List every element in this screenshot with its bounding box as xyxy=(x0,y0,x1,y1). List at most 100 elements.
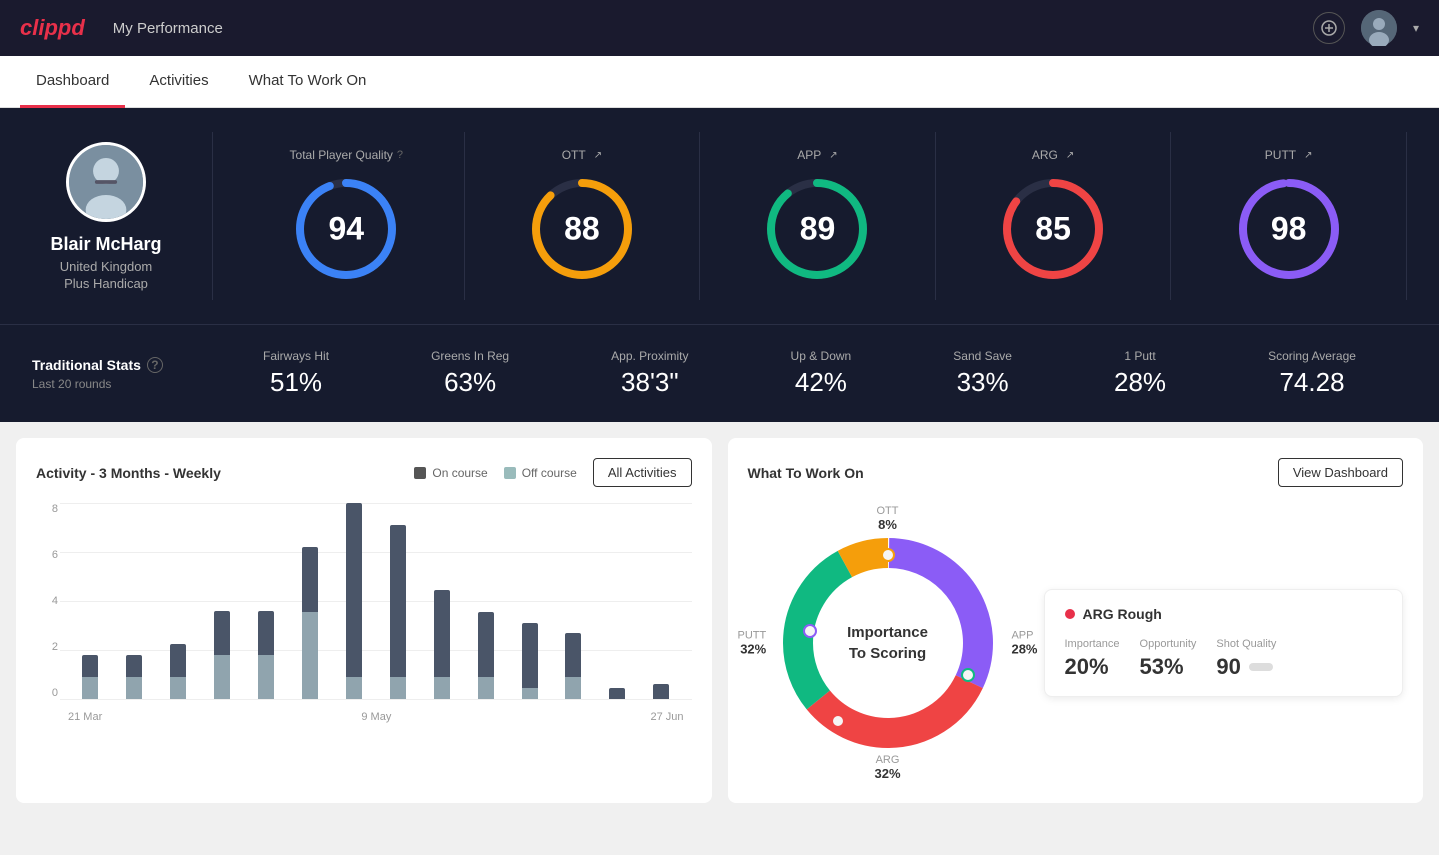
off-course-bar xyxy=(478,677,494,699)
player-country: United Kingdom xyxy=(60,259,153,274)
donut-chart-wrapper: ImportanceTo Scoring OTT 8% APP 28% ARG … xyxy=(748,503,1028,783)
stat-scoring: Scoring Average 74.28 xyxy=(1268,349,1356,398)
on-course-bar xyxy=(565,633,581,677)
stats-title: Traditional Stats ? xyxy=(32,357,212,373)
arg-value: 85 xyxy=(1035,211,1071,248)
tab-activities[interactable]: Activities xyxy=(133,56,224,108)
header-right: ▾ xyxy=(1313,10,1419,46)
bar-group xyxy=(653,684,669,699)
on-course-bar xyxy=(390,525,406,677)
on-course-bar xyxy=(170,644,186,677)
player-handicap: Plus Handicap xyxy=(64,276,148,291)
bar-group xyxy=(434,590,450,699)
tab-what-to-work-on[interactable]: What To Work On xyxy=(233,56,383,108)
on-course-bar xyxy=(478,612,494,677)
ott-donut-label: OTT 8% xyxy=(877,505,899,532)
arg-ring: 85 xyxy=(998,174,1108,284)
off-course-bar xyxy=(302,612,318,699)
app-donut-label: APP 28% xyxy=(1011,630,1037,657)
on-course-bar xyxy=(214,611,230,655)
stat-greens: Greens In Reg 63% xyxy=(431,349,509,398)
chart-legend: On course Off course xyxy=(414,466,577,480)
avatar-chevron: ▾ xyxy=(1413,21,1419,35)
ott-card: OTT ↗ 88 xyxy=(465,132,701,300)
quality-cards: Total Player Quality ? 94 OTT ↗ xyxy=(212,132,1407,300)
activity-title: Activity - 3 Months - Weekly xyxy=(36,465,221,481)
x-label-may: 9 May xyxy=(361,711,391,723)
importance-metric: Importance 20% xyxy=(1065,638,1120,680)
avatar-icon xyxy=(1361,10,1397,46)
legend-on-course: On course xyxy=(414,466,487,480)
stat-1putt: 1 Putt 28% xyxy=(1114,349,1166,398)
putt-ring: 98 xyxy=(1234,174,1344,284)
off-course-bar xyxy=(82,677,98,699)
stats-bar: Traditional Stats ? Last 20 rounds Fairw… xyxy=(0,324,1439,422)
add-button[interactable] xyxy=(1313,12,1345,44)
logo: clippd xyxy=(20,15,85,41)
app-card: APP ↗ 89 xyxy=(700,132,936,300)
putt-label: PUTT ↗ xyxy=(1265,148,1313,162)
putt-value: 98 xyxy=(1271,211,1307,248)
off-course-bar xyxy=(390,677,406,699)
bar-group xyxy=(565,633,581,699)
activity-controls: On course Off course All Activities xyxy=(414,458,691,487)
work-title: What To Work On xyxy=(748,465,864,481)
shot-quality-metric: Shot Quality 90 xyxy=(1216,638,1276,680)
stat-sand: Sand Save 33% xyxy=(953,349,1012,398)
donut-center-text: ImportanceTo Scoring xyxy=(847,622,928,664)
plus-icon xyxy=(1321,20,1337,36)
bar-group xyxy=(522,623,538,699)
stats-subtitle: Last 20 rounds xyxy=(32,377,212,391)
bar-group xyxy=(126,655,142,699)
stats-items: Fairways Hit 51% Greens In Reg 63% App. … xyxy=(212,349,1407,398)
legend-on-course-dot xyxy=(414,467,426,479)
off-course-bar xyxy=(346,677,362,699)
ott-trend: ↗ xyxy=(594,150,602,161)
y-axis-labels: 8 6 4 2 0 xyxy=(36,503,58,699)
arg-label: ARG ↗ xyxy=(1032,148,1074,162)
bar-group xyxy=(258,611,274,699)
on-course-bar xyxy=(522,623,538,688)
on-course-bar xyxy=(82,655,98,677)
tabs-bar: Dashboard Activities What To Work On xyxy=(0,56,1439,108)
ott-label: OTT ↗ xyxy=(562,148,602,162)
total-quality-card: Total Player Quality ? 94 xyxy=(213,132,465,300)
stat-up-down: Up & Down 42% xyxy=(791,349,852,398)
bar-group xyxy=(214,611,230,699)
on-course-bar xyxy=(653,684,669,699)
opportunity-metric: Opportunity 53% xyxy=(1140,638,1197,680)
putt-trend: ↗ xyxy=(1304,150,1312,161)
bar-group xyxy=(478,612,494,699)
off-course-bar xyxy=(126,677,142,699)
help-icon[interactable]: ? xyxy=(397,149,403,161)
all-activities-button[interactable]: All Activities xyxy=(593,458,692,487)
off-course-bar xyxy=(214,655,230,699)
off-course-bar xyxy=(565,677,581,699)
shot-quality-bar xyxy=(1249,663,1273,671)
app-ring: 89 xyxy=(762,174,872,284)
arg-rough-title: ARG Rough xyxy=(1065,606,1383,622)
x-label-mar: 21 Mar xyxy=(68,711,102,723)
stats-label-section: Traditional Stats ? Last 20 rounds xyxy=(32,357,212,391)
y-label-6: 6 xyxy=(36,549,58,561)
view-dashboard-button[interactable]: View Dashboard xyxy=(1278,458,1403,487)
arg-trend: ↗ xyxy=(1066,150,1074,161)
on-course-bar xyxy=(126,655,142,677)
logo-area: clippd My Performance xyxy=(20,15,223,41)
on-course-bar xyxy=(346,503,362,677)
total-quality-label: Total Player Quality ? xyxy=(290,148,404,162)
legend-off-course-dot xyxy=(504,467,516,479)
avatar[interactable] xyxy=(1361,10,1397,46)
x-axis-labels: 21 Mar 9 May 27 Jun xyxy=(60,711,692,723)
donut-center: ImportanceTo Scoring xyxy=(847,622,928,664)
ott-ring: 88 xyxy=(527,174,637,284)
app-label: APP ↗ xyxy=(797,148,837,162)
bar-group xyxy=(390,525,406,699)
on-course-bar xyxy=(258,611,274,655)
stat-proximity: App. Proximity 38'3" xyxy=(611,349,688,398)
y-label-0: 0 xyxy=(36,687,58,699)
total-quality-value: 94 xyxy=(329,211,365,248)
stats-help-icon[interactable]: ? xyxy=(147,357,163,373)
tab-dashboard[interactable]: Dashboard xyxy=(20,56,125,108)
activity-header: Activity - 3 Months - Weekly On course O… xyxy=(36,458,692,487)
